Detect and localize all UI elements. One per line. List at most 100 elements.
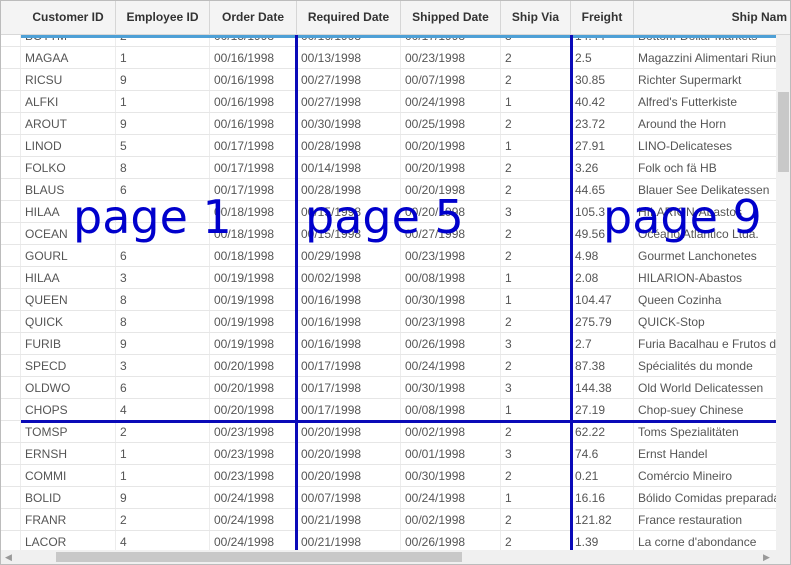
scroll-left-icon[interactable]: ◀ — [5, 550, 12, 564]
cell-ship-name[interactable]: France restauration — [634, 509, 777, 530]
cell-order-date[interactable]: 00/19/1998 — [210, 311, 297, 332]
row-indicator[interactable] — [1, 201, 21, 222]
cell-ship-via[interactable]: 1 — [501, 399, 571, 420]
cell-order-date[interactable]: 00/20/1998 — [210, 399, 297, 420]
cell-shipped-date[interactable]: 00/02/1998 — [401, 509, 501, 530]
cell-freight[interactable]: 2.08 — [571, 267, 634, 288]
cell-required-date[interactable]: 00/20/1998 — [297, 421, 401, 442]
cell-customer-id[interactable]: CHOPS — [21, 399, 116, 420]
cell-freight[interactable]: 2.5 — [571, 47, 634, 68]
row-indicator[interactable] — [1, 113, 21, 134]
cell-ship-via[interactable]: 1 — [501, 91, 571, 112]
column-header-ship-via[interactable]: Ship Via — [501, 1, 571, 34]
cell-ship-name[interactable]: Alfred's Futterkiste — [634, 91, 777, 112]
cell-required-date[interactable]: 00/17/1998 — [297, 355, 401, 376]
cell-customer-id[interactable]: FRANR — [21, 509, 116, 530]
cell-freight[interactable]: 2.7 — [571, 333, 634, 354]
table-row[interactable]: ALFKI 1 00/16/1998 00/27/1998 00/24/1998 1 40.… — [1, 91, 777, 113]
horizontal-scrollbar-thumb[interactable] — [56, 552, 462, 562]
cell-shipped-date[interactable]: 00/25/1998 — [401, 113, 501, 134]
cell-ship-name[interactable]: Spécialités du monde — [634, 355, 777, 376]
table-row[interactable]: AROUT 9 00/16/1998 00/30/1998 00/25/1998 2 23.… — [1, 113, 777, 135]
row-indicator[interactable] — [1, 531, 21, 551]
cell-employee-id[interactable]: 3 — [116, 267, 210, 288]
row-indicator[interactable] — [1, 91, 21, 112]
cell-employee-id[interactable]: 1 — [116, 47, 210, 68]
row-indicator[interactable] — [1, 179, 21, 200]
cell-ship-name[interactable]: Richter Supermarkt — [634, 69, 777, 90]
cell-freight[interactable]: 144.38 — [571, 377, 634, 398]
cell-employee-id[interactable]: 8 — [116, 311, 210, 332]
row-indicator[interactable] — [1, 377, 21, 398]
cell-employee-id[interactable]: 3 — [116, 355, 210, 376]
row-indicator[interactable] — [1, 69, 21, 90]
cell-freight[interactable]: 40.42 — [571, 91, 634, 112]
cell-order-date[interactable]: 00/18/1998 — [210, 245, 297, 266]
cell-freight[interactable]: 3.26 — [571, 157, 634, 178]
cell-freight[interactable]: 62.22 — [571, 421, 634, 442]
cell-freight[interactable]: 104.47 — [571, 289, 634, 310]
cell-required-date[interactable]: 00/20/1998 — [297, 465, 401, 486]
row-indicator[interactable] — [1, 443, 21, 464]
cell-shipped-date[interactable]: 00/08/1998 — [401, 399, 501, 420]
cell-ship-via[interactable]: 2 — [501, 311, 571, 332]
cell-ship-via[interactable]: 3 — [501, 201, 571, 222]
cell-freight[interactable]: 1.39 — [571, 531, 634, 551]
cell-ship-name[interactable]: QUICK-Stop — [634, 311, 777, 332]
column-header-shipped-date[interactable]: Shipped Date — [401, 1, 501, 34]
cell-employee-id[interactable]: 9 — [116, 113, 210, 134]
cell-shipped-date[interactable]: 00/02/1998 — [401, 421, 501, 442]
cell-required-date[interactable]: 00/21/1998 — [297, 509, 401, 530]
cell-freight[interactable]: 4.98 — [571, 245, 634, 266]
row-indicator[interactable] — [1, 157, 21, 178]
cell-order-date[interactable]: 00/24/1998 — [210, 531, 297, 551]
cell-employee-id[interactable]: 9 — [116, 487, 210, 508]
cell-ship-via[interactable]: 2 — [501, 245, 571, 266]
cell-ship-via[interactable]: 1 — [501, 289, 571, 310]
cell-shipped-date[interactable]: 00/23/1998 — [401, 245, 501, 266]
cell-customer-id[interactable]: QUICK — [21, 311, 116, 332]
cell-freight[interactable]: 275.79 — [571, 311, 634, 332]
cell-employee-id[interactable]: 9 — [116, 69, 210, 90]
cell-ship-via[interactable]: 1 — [501, 267, 571, 288]
row-indicator[interactable] — [1, 135, 21, 156]
cell-required-date[interactable]: 00/17/1998 — [297, 377, 401, 398]
cell-order-date[interactable]: 00/16/1998 — [210, 47, 297, 68]
cell-required-date[interactable]: 00/16/1998 — [297, 289, 401, 310]
cell-customer-id[interactable]: HILAA — [21, 267, 116, 288]
cell-ship-via[interactable]: 2 — [501, 531, 571, 551]
cell-required-date[interactable]: 00/28/1998 — [297, 135, 401, 156]
cell-ship-via[interactable]: 3 — [501, 333, 571, 354]
cell-customer-id[interactable]: RICSU — [21, 69, 116, 90]
table-row[interactable]: BOLID 9 00/24/1998 00/07/1998 00/24/1998 1 16.… — [1, 487, 777, 509]
table-row[interactable]: TOMSP 2 00/23/1998 00/20/1998 00/02/1998 2 62.… — [1, 421, 777, 443]
row-indicator[interactable] — [1, 487, 21, 508]
cell-shipped-date[interactable]: 00/07/1998 — [401, 69, 501, 90]
table-row[interactable]: QUICK 8 00/19/1998 00/16/1998 00/23/1998 2 275… — [1, 311, 777, 333]
cell-shipped-date[interactable]: 00/23/1998 — [401, 47, 501, 68]
cell-freight[interactable]: 0.21 — [571, 465, 634, 486]
cell-employee-id[interactable]: 6 — [116, 245, 210, 266]
cell-required-date[interactable]: 00/07/1998 — [297, 487, 401, 508]
cell-freight[interactable]: 74.6 — [571, 443, 634, 464]
row-indicator[interactable] — [1, 333, 21, 354]
cell-ship-name[interactable]: Folk och fä HB — [634, 157, 777, 178]
column-header-required-date[interactable]: Required Date — [297, 1, 401, 34]
cell-order-date[interactable]: 00/19/1998 — [210, 267, 297, 288]
cell-ship-name[interactable]: Bólido Comidas preparadas — [634, 487, 777, 508]
cell-ship-name[interactable]: Around the Horn — [634, 113, 777, 134]
table-row[interactable]: QUEEN 8 00/19/1998 00/16/1998 00/30/1998 1 104… — [1, 289, 777, 311]
table-row[interactable]: OLDWO 6 00/20/1998 00/17/1998 00/30/1998 3 144… — [1, 377, 777, 399]
cell-ship-via[interactable]: 2 — [501, 509, 571, 530]
cell-freight[interactable]: 27.19 — [571, 399, 634, 420]
row-indicator[interactable] — [1, 47, 21, 68]
cell-employee-id[interactable]: 4 — [116, 531, 210, 551]
cell-customer-id[interactable]: BOLID — [21, 487, 116, 508]
cell-freight[interactable]: 87.38 — [571, 355, 634, 376]
cell-ship-name[interactable]: La corne d'abondance — [634, 531, 777, 551]
cell-customer-id[interactable]: AROUT — [21, 113, 116, 134]
table-row[interactable]: SPECD 3 00/20/1998 00/17/1998 00/24/1998 2 87.… — [1, 355, 777, 377]
cell-shipped-date[interactable]: 00/23/1998 — [401, 311, 501, 332]
row-indicator[interactable] — [1, 399, 21, 420]
row-indicator[interactable] — [1, 289, 21, 310]
